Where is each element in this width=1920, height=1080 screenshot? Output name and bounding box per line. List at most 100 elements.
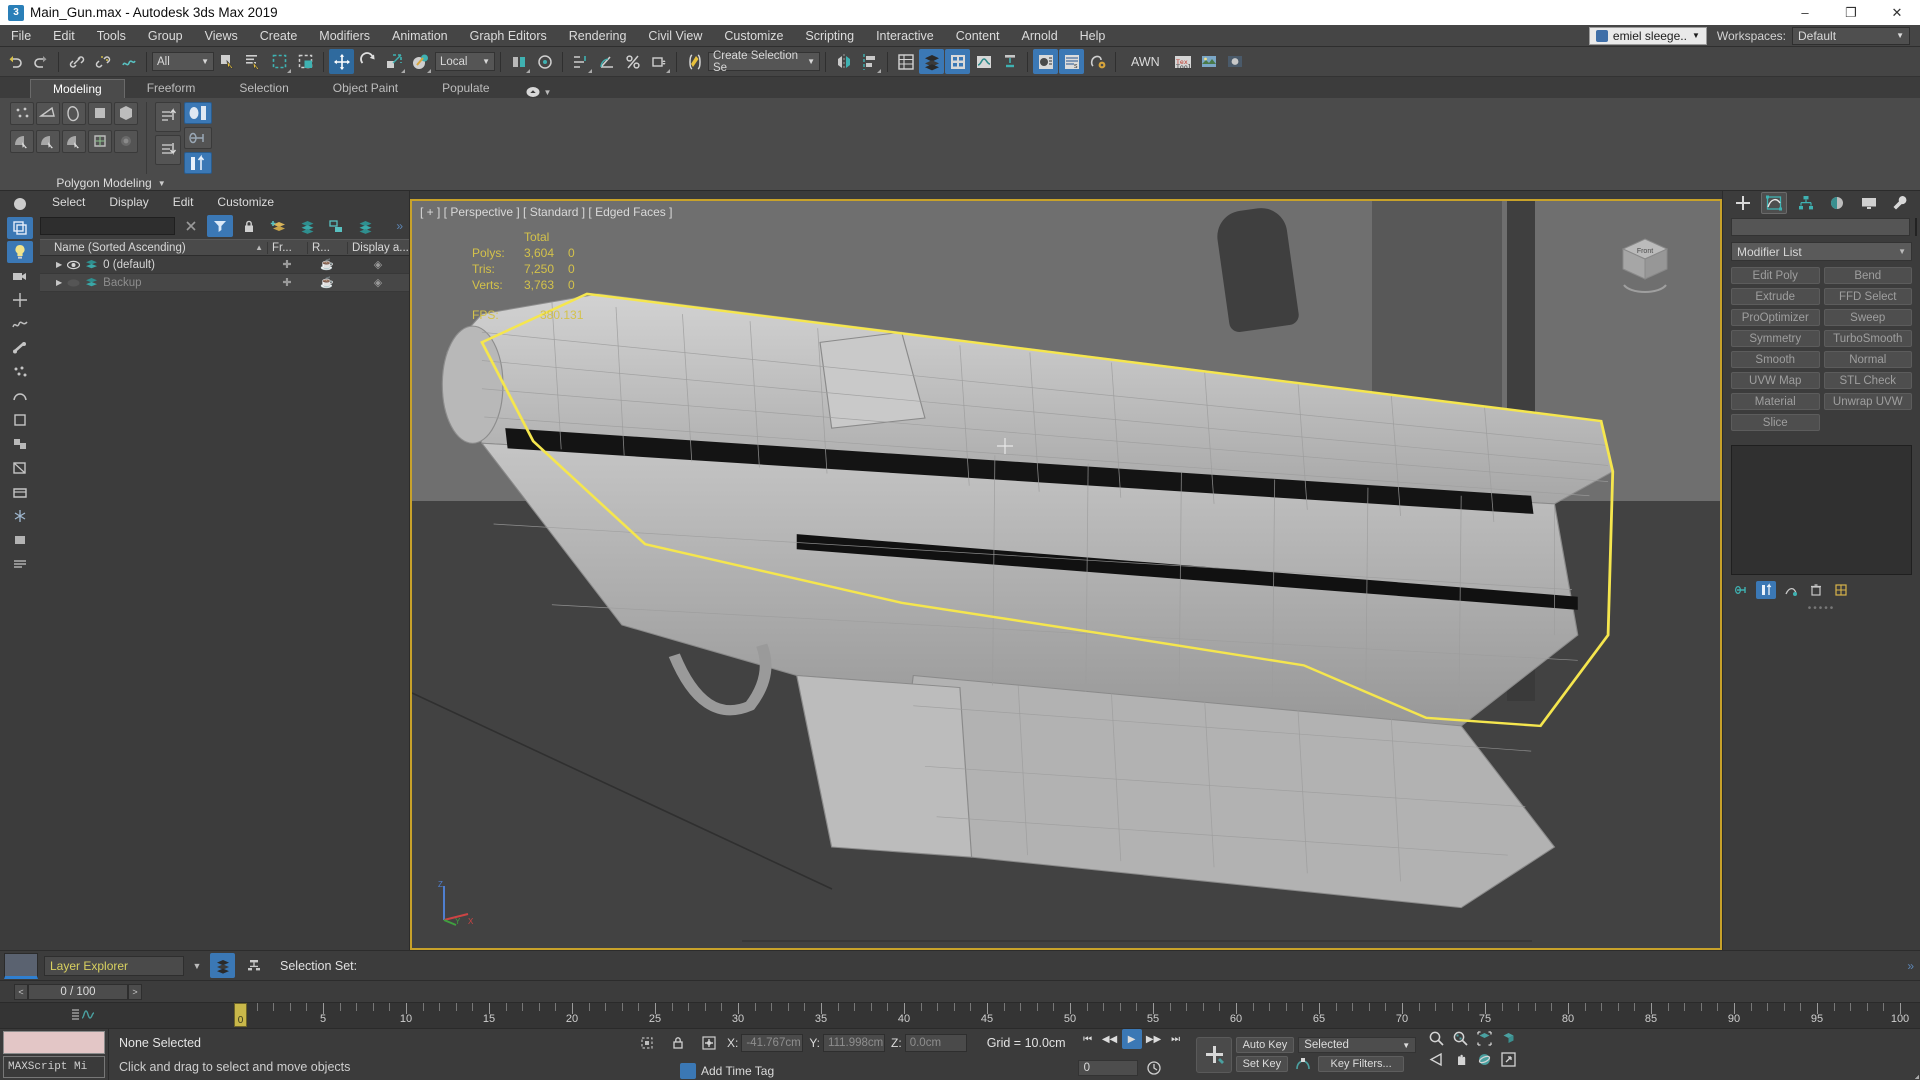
tex-tools-icon[interactable]: Tex Tool <box>1171 49 1196 74</box>
render-to-texture-icon[interactable] <box>1197 49 1222 74</box>
menu-item-views[interactable]: Views <box>194 25 249 47</box>
workspace-select[interactable]: Default ▼ <box>1792 26 1910 45</box>
ribbon-tab-object-paint[interactable]: Object Paint <box>311 79 420 98</box>
explorer-menu-select[interactable]: Select <box>40 195 97 209</box>
snaps-toggle-icon[interactable] <box>568 49 593 74</box>
chevron-down-icon[interactable]: ▼ <box>190 961 204 971</box>
render-teapot-icon[interactable]: ☕ <box>307 258 347 271</box>
current-frame-field[interactable]: 0 / 100 <box>28 983 128 1000</box>
rectangular-selection-region-icon[interactable] <box>267 49 292 74</box>
select-and-link-icon[interactable] <box>64 49 89 74</box>
layer-manager-icon[interactable] <box>919 49 944 74</box>
hierarchy-tab-icon[interactable] <box>1793 192 1819 214</box>
gun-mesh-model[interactable] <box>412 201 1720 948</box>
bind-to-space-warp-icon[interactable] <box>116 49 141 74</box>
menu-item-animation[interactable]: Animation <box>381 25 459 47</box>
go-to-start-icon[interactable]: ⏮ <box>1078 1029 1098 1049</box>
table-row[interactable]: ▶ Backup ✚ ☕ ◈ <box>40 274 409 292</box>
maxscript-input-pane[interactable]: MAXScript Mi <box>3 1055 105 1078</box>
render-production-icon[interactable] <box>1085 49 1110 74</box>
set-keys-button[interactable] <box>1195 1036 1232 1073</box>
create-tab-icon[interactable] <box>1730 192 1756 214</box>
menu-item-rendering[interactable]: Rendering <box>558 25 638 47</box>
menu-item-content[interactable]: Content <box>945 25 1011 47</box>
orbit-icon[interactable] <box>1474 1050 1919 1079</box>
clear-search-icon[interactable] <box>178 215 204 237</box>
modifier-normal-button[interactable]: Normal <box>1823 351 1912 368</box>
menu-item-civil-view[interactable]: Civil View <box>637 25 713 47</box>
menu-item-file[interactable]: File <box>0 25 42 47</box>
menu-item-interactive[interactable]: Interactive <box>865 25 945 47</box>
column-display[interactable]: Display a... <box>347 241 409 254</box>
bone-filter-icon[interactable] <box>7 337 33 359</box>
pan-icon[interactable] <box>1450 1050 1919 1079</box>
layer-manager-icon[interactable] <box>210 953 235 978</box>
schematic-icon[interactable] <box>241 953 266 978</box>
vertex-subobject-icon[interactable] <box>10 102 34 125</box>
make-planar-icon[interactable] <box>184 152 212 174</box>
select-by-name-icon[interactable] <box>241 49 266 74</box>
key-filters-button[interactable]: Key Filters... <box>1318 1056 1405 1072</box>
freeze-icon[interactable]: ✚ <box>267 276 307 289</box>
maxscript-output-pane[interactable] <box>3 1031 105 1054</box>
close-button[interactable]: ✕ <box>1874 0 1920 25</box>
panel-resize-grip[interactable]: ••••• <box>1723 603 1920 614</box>
helper-filter-icon[interactable] <box>7 289 33 311</box>
menu-item-modifiers[interactable]: Modifiers <box>308 25 381 47</box>
object-name-field[interactable] <box>1731 218 1910 236</box>
layer-explorer-combo[interactable]: Layer Explorer <box>44 955 184 976</box>
display-box-icon[interactable]: ◈ <box>347 276 409 289</box>
show-cage-icon[interactable] <box>184 102 212 124</box>
select-children-icon[interactable] <box>323 215 349 237</box>
next-frame-button[interactable]: > <box>128 983 142 1000</box>
layers-icon[interactable] <box>294 215 320 237</box>
redo-icon[interactable] <box>28 49 53 74</box>
zoom-icon[interactable] <box>1426 1029 1446 1047</box>
ribbon-tab-freeform[interactable]: Freeform <box>125 79 218 98</box>
select-and-move-icon[interactable] <box>329 49 354 74</box>
curve-editor-icon[interactable] <box>971 49 996 74</box>
freeze-filter-icon[interactable] <box>7 505 33 527</box>
modifier-stack-list[interactable] <box>1731 445 1912 575</box>
menu-item-scripting[interactable]: Scripting <box>794 25 865 47</box>
swift-loop-icon[interactable] <box>114 130 138 153</box>
make-unique-icon[interactable] <box>1781 581 1801 599</box>
viewport-thumbnail[interactable] <box>4 952 38 979</box>
undo-icon[interactable] <box>2 49 27 74</box>
coordinate-y[interactable]: Y: 111.998cm <box>809 1033 886 1052</box>
ribbon-tab-populate[interactable]: Populate <box>420 79 511 98</box>
prev-frame-button[interactable]: < <box>14 983 28 1000</box>
menu-item-customize[interactable]: Customize <box>713 25 794 47</box>
modify-tab-icon[interactable] <box>1761 192 1788 214</box>
element-subobject-icon[interactable] <box>114 102 138 125</box>
filter-icon[interactable] <box>207 215 233 237</box>
modifier-uvw-map-button[interactable]: UVW Map <box>1731 372 1820 389</box>
freeze-icon[interactable]: ✚ <box>267 258 307 271</box>
selection-lock-toggle-icon[interactable] <box>634 1030 659 1055</box>
explorer-menu-customize[interactable]: Customize <box>205 195 286 209</box>
collapse-stack-up-icon[interactable] <box>155 102 181 132</box>
field-of-view-icon[interactable] <box>1426 1050 1919 1079</box>
ribbon-minimize-icon[interactable]: ▼ <box>526 86 551 98</box>
window-crossing-toggle-icon[interactable] <box>293 49 318 74</box>
border-subobject-icon[interactable] <box>62 102 86 125</box>
add-layer-icon[interactable] <box>265 215 291 237</box>
select-and-rotate-icon[interactable] <box>355 49 380 74</box>
overflow-icon[interactable]: » <box>1907 959 1920 973</box>
spinner-snap-toggle-icon[interactable] <box>646 49 671 74</box>
collapse-stack-down-icon[interactable] <box>155 135 181 165</box>
edit-named-selection-sets-icon[interactable] <box>682 49 707 74</box>
select-object-filter-icon[interactable] <box>7 193 33 215</box>
frame-spinner-field[interactable]: 0 <box>1077 1059 1138 1076</box>
go-to-end-icon[interactable]: ⏭ <box>1166 1029 1186 1049</box>
viewcube[interactable]: Front <box>1614 233 1676 295</box>
explorer-menu-edit[interactable]: Edit <box>161 195 206 209</box>
named-selection-sets-combo[interactable]: Create Selection Se ▼ <box>708 50 820 74</box>
display-box-icon[interactable]: ◈ <box>347 258 409 271</box>
hide-filter-icon[interactable] <box>7 529 33 551</box>
absolute-relative-transform-icon[interactable] <box>696 1030 721 1055</box>
render-teapot-icon[interactable]: ☕ <box>307 276 347 289</box>
container-filter-icon[interactable] <box>7 481 33 503</box>
ribbon-tab-selection[interactable]: Selection <box>217 79 310 98</box>
eye-open-icon[interactable] <box>67 260 81 270</box>
